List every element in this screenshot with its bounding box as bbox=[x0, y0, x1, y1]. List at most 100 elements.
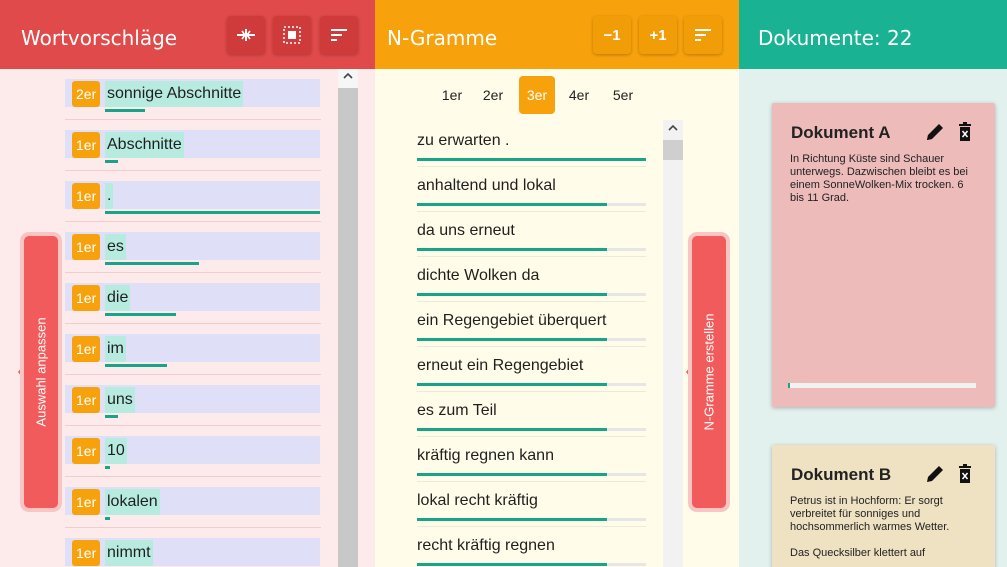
ngram-size-badge: 1er bbox=[72, 387, 101, 413]
list-item[interactable]: 2er sonnige Abschnitte bbox=[65, 69, 321, 120]
frequency-bar bbox=[105, 517, 110, 520]
word-text: Abschnitte bbox=[105, 132, 184, 158]
list-item[interactable]: da uns erneut bbox=[417, 212, 646, 257]
list-item[interactable]: 1er es bbox=[65, 222, 321, 273]
increase-n-button[interactable]: +1 bbox=[639, 16, 677, 54]
ngram-text: anhaltend und lokal bbox=[417, 177, 556, 194]
list-item[interactable]: recht kräftig regnen bbox=[417, 527, 646, 567]
ngram-frequency-bar bbox=[417, 248, 607, 251]
ngram-text: lokal recht kräftig bbox=[417, 492, 538, 509]
word-text: 10 bbox=[105, 438, 127, 464]
ngram-size-tabs: 1er 2er 3er 4er 5er bbox=[375, 76, 739, 114]
word-text: . bbox=[105, 183, 114, 209]
frequency-bar bbox=[105, 466, 110, 469]
ngram-size-badge: 1er bbox=[72, 183, 101, 209]
delete-icon[interactable] bbox=[954, 121, 976, 143]
ngram-size-badge: 1er bbox=[72, 285, 101, 311]
word-chip bbox=[65, 334, 320, 362]
document-text: Petrus ist in Hochform: Er sorgt verbrei… bbox=[790, 495, 980, 567]
ngram-panel-header: N-Gramme −1 +1 bbox=[375, 0, 739, 69]
list-item[interactable]: ein Regengebiet überquert bbox=[417, 302, 646, 347]
delete-icon[interactable] bbox=[954, 463, 976, 485]
tab-5er[interactable]: 5er bbox=[605, 76, 641, 114]
scroll-up-icon[interactable] bbox=[342, 70, 354, 84]
document-card-b[interactable]: Dokument B Petrus ist in Hochform: Er so… bbox=[772, 445, 995, 567]
ngram-frequency-bar bbox=[417, 428, 607, 431]
document-title: Dokument B bbox=[791, 465, 892, 484]
ngram-text: da uns erneut bbox=[417, 222, 515, 239]
ngram-list-scrollbar[interactable] bbox=[663, 120, 683, 567]
adjust-selection-button[interactable]: Auswahl anpassen bbox=[24, 236, 58, 508]
ngram-size-badge: 1er bbox=[72, 540, 101, 566]
ngram-size-badge: 1er bbox=[72, 489, 101, 515]
list-item[interactable]: lokal recht kräftig bbox=[417, 482, 646, 527]
word-text: es bbox=[105, 234, 126, 260]
documents-panel: Dokumente: 22 Dokument A In Richtung Küs… bbox=[739, 0, 1007, 567]
ngram-frequency-track bbox=[417, 293, 646, 296]
word-list-scroll-thumb[interactable] bbox=[338, 88, 358, 567]
frequency-bar bbox=[105, 313, 176, 316]
ngram-frequency-track bbox=[417, 203, 646, 206]
word-text: uns bbox=[105, 387, 135, 413]
list-item[interactable]: dichte Wolken da bbox=[417, 257, 646, 302]
list-item[interactable]: 1er . bbox=[65, 171, 321, 222]
document-paragraph: Petrus ist in Hochform: Er sorgt verbrei… bbox=[790, 495, 950, 533]
list-item[interactable]: zu erwarten . bbox=[417, 122, 646, 167]
word-panel-title: Wortvorschläge bbox=[21, 26, 178, 50]
scroll-up-icon[interactable] bbox=[667, 122, 679, 136]
list-item[interactable]: kräftig regnen kann bbox=[417, 437, 646, 482]
document-progress-track bbox=[788, 383, 976, 388]
list-item[interactable]: 1er lokalen bbox=[65, 477, 321, 528]
ngram-size-badge: 1er bbox=[72, 132, 101, 158]
word-chip bbox=[65, 436, 320, 464]
list-item[interactable]: 1er die bbox=[65, 273, 321, 324]
document-card-a[interactable]: Dokument A In Richtung Küste sind Schaue… bbox=[772, 103, 995, 407]
ngram-frequency-bar bbox=[417, 518, 607, 521]
list-item[interactable]: 1er nimmt bbox=[65, 528, 321, 567]
ngram-frequency-track bbox=[417, 248, 646, 251]
ngram-frequency-bar bbox=[417, 383, 607, 386]
decrease-n-button[interactable]: −1 bbox=[593, 16, 631, 54]
ngram-panel-title: N-Gramme bbox=[387, 26, 498, 50]
select-all-button[interactable] bbox=[273, 16, 311, 54]
ngram-frequency-bar bbox=[417, 473, 607, 476]
document-title: Dokument A bbox=[791, 123, 891, 142]
ngram-frequency-bar bbox=[417, 563, 607, 566]
ngram-text: erneut ein Regengebiet bbox=[417, 357, 584, 374]
word-suggestions-panel: Wortvorschläge 2er sonnige Abschnitte 1e… bbox=[0, 0, 375, 567]
list-item[interactable]: 1er im bbox=[65, 324, 321, 375]
document-text: In Richtung Küste sind Schauer unterwegs… bbox=[790, 153, 980, 218]
tab-2er[interactable]: 2er bbox=[475, 76, 511, 114]
list-item[interactable]: 1er Abschnitte bbox=[65, 120, 321, 171]
ngram-text: recht kräftig regnen bbox=[417, 537, 555, 554]
ngram-text: kräftig regnen kann bbox=[417, 447, 554, 464]
ngram-frequency-bar bbox=[417, 158, 646, 161]
word-text: lokalen bbox=[105, 489, 160, 515]
sort-button[interactable] bbox=[684, 16, 722, 54]
ngram-list-scroll-thumb[interactable] bbox=[663, 140, 683, 160]
sort-button[interactable] bbox=[320, 16, 358, 54]
edit-icon[interactable] bbox=[924, 121, 946, 143]
frequency-bar bbox=[105, 415, 118, 418]
list-item[interactable]: anhaltend und lokal bbox=[417, 167, 646, 212]
select-all-icon bbox=[283, 26, 301, 44]
list-item[interactable]: erneut ein Regengebiet bbox=[417, 347, 646, 392]
merge-button[interactable] bbox=[227, 16, 265, 54]
word-chip bbox=[65, 538, 320, 566]
create-ngrams-button[interactable]: N-Gramme erstellen bbox=[692, 236, 726, 508]
list-item[interactable]: 1er 10 bbox=[65, 426, 321, 477]
tab-3er[interactable]: 3er bbox=[519, 76, 555, 114]
tab-4er[interactable]: 4er bbox=[561, 76, 597, 114]
list-item[interactable]: 1er uns bbox=[65, 375, 321, 426]
tab-1er[interactable]: 1er bbox=[434, 76, 470, 114]
ngram-frequency-track bbox=[417, 473, 646, 476]
document-progress-bar bbox=[788, 383, 790, 388]
edit-icon[interactable] bbox=[924, 463, 946, 485]
list-item[interactable]: es zum Teil bbox=[417, 392, 646, 437]
word-chip bbox=[65, 283, 320, 311]
word-chip bbox=[65, 181, 320, 209]
ngram-frequency-track bbox=[417, 518, 646, 521]
ngram-frequency-track bbox=[417, 428, 646, 431]
merge-icon bbox=[237, 29, 255, 41]
document-paragraph: Das Quecksilber klettert auf bbox=[790, 547, 926, 559]
